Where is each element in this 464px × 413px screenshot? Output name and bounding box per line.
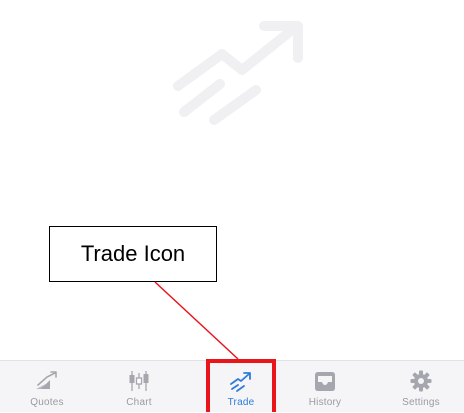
- trade-watermark-icon: [173, 21, 303, 125]
- quotes-icon: [36, 371, 57, 389]
- tab-history[interactable]: History: [289, 361, 361, 413]
- inbox-icon: [315, 372, 335, 391]
- bottom-tab-bar: Quotes Chart Trade History Settings: [0, 360, 464, 412]
- callout-label: Trade Icon: [80, 241, 186, 266]
- tab-settings-label: Settings: [402, 397, 440, 408]
- trade-icon-callout: Trade Icon: [49, 226, 217, 282]
- tab-trade[interactable]: Trade: [205, 361, 277, 413]
- tab-quotes[interactable]: Quotes: [11, 361, 83, 413]
- trade-icon: [230, 372, 251, 392]
- tab-settings[interactable]: Settings: [385, 361, 457, 413]
- tab-chart[interactable]: Chart: [103, 361, 175, 413]
- candlestick-icon: [129, 371, 149, 391]
- gear-icon: [410, 370, 432, 392]
- tab-chart-label: Chart: [126, 397, 152, 408]
- tab-quotes-label: Quotes: [30, 397, 64, 408]
- tab-trade-label: Trade: [227, 397, 255, 408]
- tab-history-label: History: [308, 397, 342, 408]
